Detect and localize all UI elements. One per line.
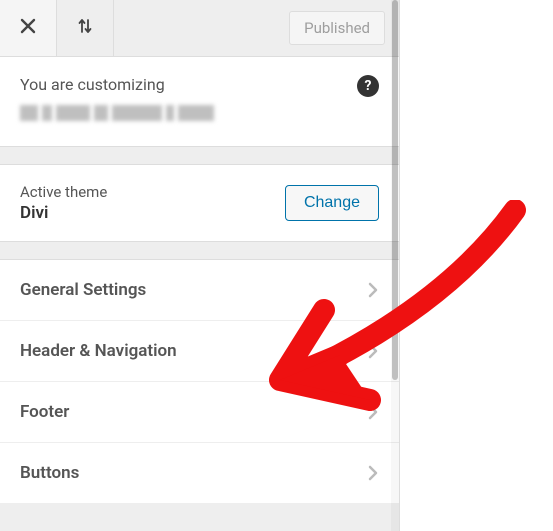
menu-label: General Settings — [20, 280, 146, 300]
active-theme-label: Active theme — [20, 183, 107, 201]
controls-button[interactable] — [57, 0, 114, 56]
scrollbar-thumb[interactable] — [392, 0, 398, 380]
active-theme-block: Active theme Divi Change — [0, 165, 399, 242]
menu-label: Buttons — [20, 463, 79, 483]
chevron-right-icon — [367, 464, 379, 482]
publish-label: Published — [304, 19, 370, 37]
menu-label: Header & Navigation — [20, 341, 177, 361]
menu-item-buttons[interactable]: Buttons — [0, 443, 399, 504]
menu-item-footer[interactable]: Footer — [0, 382, 399, 443]
top-bar: Published — [0, 0, 399, 57]
sort-icon — [76, 17, 94, 39]
scrollbar-track — [391, 0, 399, 531]
customizer-sidebar: Published ? You are customizing Active t… — [0, 0, 400, 531]
help-button[interactable]: ? — [357, 75, 379, 97]
menu-list: General Settings Header & Navigation Foo… — [0, 260, 399, 504]
change-label: Change — [304, 194, 360, 211]
menu-item-header-navigation[interactable]: Header & Navigation — [0, 321, 399, 382]
menu-item-general-settings[interactable]: General Settings — [0, 260, 399, 321]
close-button[interactable] — [0, 0, 57, 56]
menu-label: Footer — [20, 402, 69, 422]
change-theme-button[interactable]: Change — [285, 185, 379, 221]
chevron-right-icon — [367, 281, 379, 299]
help-icon: ? — [365, 78, 372, 94]
customizing-info: ? You are customizing — [0, 57, 399, 147]
customizing-text: You are customizing — [20, 75, 379, 94]
chevron-right-icon — [367, 342, 379, 360]
active-theme-name: Divi — [20, 203, 107, 223]
chevron-right-icon — [367, 403, 379, 421]
publish-button[interactable]: Published — [289, 11, 385, 45]
close-icon — [20, 18, 36, 38]
site-title-redacted — [20, 102, 379, 124]
